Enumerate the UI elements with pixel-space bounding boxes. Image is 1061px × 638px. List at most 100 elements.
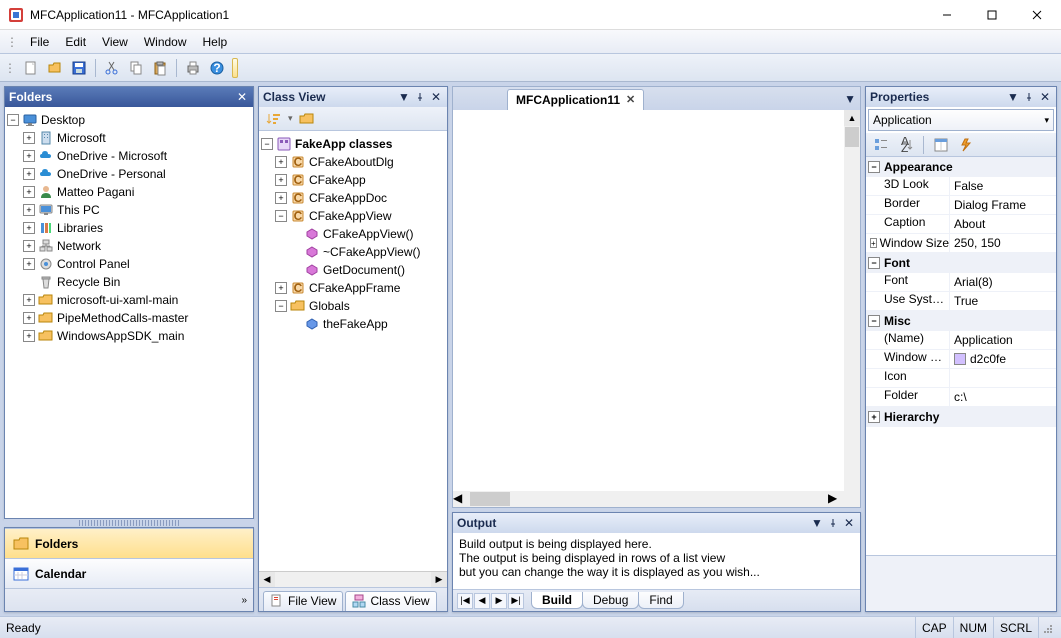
document-body[interactable]: ▲ ◀ ▶ (452, 110, 861, 508)
tab-file-view[interactable]: File View (263, 591, 343, 611)
property-row[interactable]: FontArial(8) (866, 273, 1056, 292)
property-value[interactable]: True (950, 292, 1056, 310)
property-row[interactable]: Folderc:\ (866, 388, 1056, 407)
copy-button[interactable] (125, 57, 147, 79)
tab-class-view[interactable]: Class View (345, 591, 436, 611)
help-button[interactable]: ? (206, 57, 228, 79)
minimize-button[interactable] (924, 0, 969, 29)
tree-row[interactable]: ~CFakeAppView() (261, 243, 445, 261)
tree-row[interactable]: + WindowsAppSDK_main (7, 327, 251, 345)
property-value[interactable]: Dialog Frame (950, 196, 1056, 214)
close-icon[interactable]: ✕ (429, 90, 443, 104)
property-row[interactable]: Window Co...d2c0fe (866, 350, 1056, 369)
expander-icon[interactable]: + (23, 204, 35, 216)
property-value[interactable]: d2c0fe (950, 350, 1056, 368)
tree-row[interactable]: + C CFakeAppDoc (261, 189, 445, 207)
expander-icon[interactable]: − (275, 300, 287, 312)
tree-row[interactable]: + Control Panel (7, 255, 251, 273)
document-vscroll[interactable]: ▲ (844, 110, 860, 491)
tree-row[interactable]: + Microsoft (7, 129, 251, 147)
tree-row[interactable]: + PipeMethodCalls-master (7, 309, 251, 327)
paste-button[interactable] (149, 57, 171, 79)
new-folder-button[interactable] (296, 108, 318, 130)
property-value[interactable] (950, 369, 1056, 387)
expander-icon[interactable]: − (261, 138, 273, 150)
close-button[interactable] (1014, 0, 1059, 29)
expander-icon[interactable]: − (868, 161, 880, 173)
tree-row[interactable]: + Network (7, 237, 251, 255)
nav-overflow-button[interactable]: » (241, 595, 247, 606)
expander-icon[interactable]: − (7, 114, 19, 126)
close-tab-icon[interactable]: ✕ (626, 93, 635, 106)
dropdown-icon[interactable]: ▼ (1006, 90, 1020, 104)
expander-icon[interactable]: + (23, 258, 35, 270)
expander-icon[interactable] (289, 318, 301, 330)
pin-icon[interactable] (413, 90, 427, 104)
tree-row[interactable]: + Matteo Pagani (7, 183, 251, 201)
menu-file[interactable]: File (22, 33, 57, 51)
property-row[interactable]: (Name)Application (866, 331, 1056, 350)
property-value[interactable]: Application (950, 331, 1056, 349)
expander-icon[interactable] (289, 264, 301, 276)
tree-row[interactable]: + C CFakeAppFrame (261, 279, 445, 297)
tree-row[interactable]: + OneDrive - Personal (7, 165, 251, 183)
open-file-button[interactable] (44, 57, 66, 79)
expander-icon[interactable]: + (23, 186, 35, 198)
expander-icon[interactable]: + (23, 222, 35, 234)
property-row[interactable]: Use System ...True (866, 292, 1056, 311)
output-body[interactable]: Build output is being displayed here.The… (453, 533, 860, 589)
expander-icon[interactable]: + (868, 411, 880, 423)
expander-icon[interactable]: + (23, 312, 35, 324)
property-value[interactable]: c:\ (950, 388, 1056, 406)
property-row[interactable]: Icon (866, 369, 1056, 388)
cut-button[interactable] (101, 57, 123, 79)
tree-row[interactable]: − Globals (261, 297, 445, 315)
events-button[interactable] (955, 134, 977, 156)
tree-row[interactable]: + C CFakeAboutDlg (261, 153, 445, 171)
property-row[interactable]: +Window Size250, 150 (866, 234, 1056, 253)
expander-icon[interactable]: + (275, 192, 287, 204)
expander-icon[interactable]: + (23, 294, 35, 306)
output-tab-find[interactable]: Find (638, 592, 683, 609)
property-category[interactable]: +Hierarchy (866, 407, 1056, 427)
maximize-button[interactable] (969, 0, 1014, 29)
pin-icon[interactable] (1022, 90, 1036, 104)
property-value[interactable]: About (950, 215, 1056, 233)
pin-icon[interactable] (826, 516, 840, 530)
expander-icon[interactable] (289, 228, 301, 240)
output-tab-build[interactable]: Build (531, 592, 583, 609)
menu-window[interactable]: Window (136, 33, 195, 51)
splitter-grip[interactable] (79, 520, 179, 526)
tree-row[interactable]: CFakeAppView() (261, 225, 445, 243)
nav-calendar[interactable]: Calendar (5, 559, 253, 589)
menu-view[interactable]: View (94, 33, 136, 51)
expander-icon[interactable]: + (23, 330, 35, 342)
new-file-button[interactable] (20, 57, 42, 79)
toolbar-grip[interactable] (232, 58, 238, 78)
output-nav-last[interactable]: ▶| (508, 593, 524, 609)
nav-folders[interactable]: Folders (5, 529, 253, 559)
expander-icon[interactable]: + (275, 174, 287, 186)
close-icon[interactable]: ✕ (842, 516, 856, 530)
classview-panel-header[interactable]: Class View ▼ ✕ (259, 87, 447, 107)
tree-row[interactable]: theFakeApp (261, 315, 445, 333)
output-nav-first[interactable]: |◀ (457, 593, 473, 609)
properties-object-selector[interactable]: Application ▾ (868, 109, 1054, 131)
alphabetical-button[interactable]: AZ (895, 134, 917, 156)
save-button[interactable] (68, 57, 90, 79)
tree-row[interactable]: + OneDrive - Microsoft (7, 147, 251, 165)
resize-grip[interactable] (1038, 617, 1055, 638)
expander-icon[interactable]: + (275, 156, 287, 168)
tree-row[interactable]: − Desktop (7, 111, 251, 129)
expander-icon[interactable]: − (868, 315, 880, 327)
menu-help[interactable]: Help (195, 33, 236, 51)
expander-icon[interactable]: + (23, 150, 35, 162)
output-tab-debug[interactable]: Debug (582, 592, 639, 609)
output-panel-header[interactable]: Output ▼ ✕ (453, 513, 860, 533)
menu-edit[interactable]: Edit (57, 33, 94, 51)
properties-grid[interactable]: −Appearance3D LookFalseBorderDialog Fram… (866, 157, 1056, 555)
tree-row[interactable]: − C CFakeAppView (261, 207, 445, 225)
folders-panel-header[interactable]: Folders ✕ (5, 87, 253, 107)
property-value[interactable]: False (950, 177, 1056, 195)
expander-icon[interactable]: + (23, 168, 35, 180)
